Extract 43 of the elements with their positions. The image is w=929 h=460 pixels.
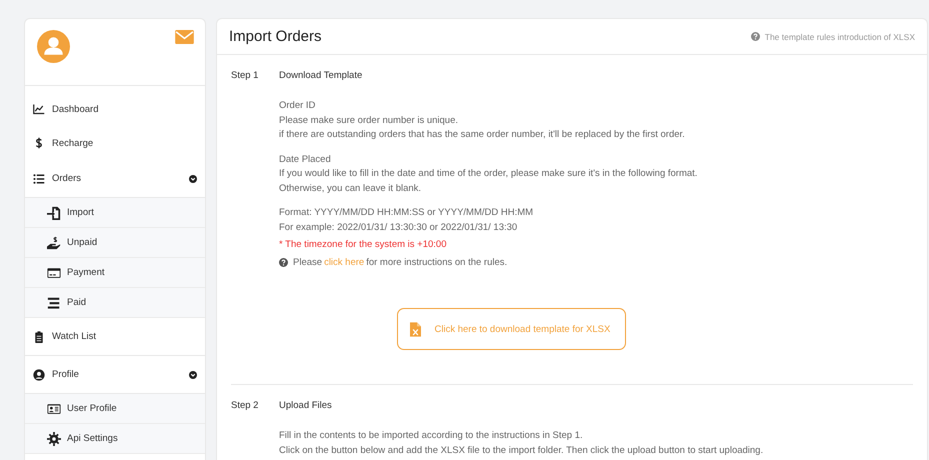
chart-icon bbox=[33, 103, 45, 115]
instruction-text: Otherwise, you can leave it blank. bbox=[279, 182, 422, 196]
help-icon bbox=[279, 258, 288, 267]
instruction-text: Date Placed bbox=[279, 152, 332, 166]
instruction-text: Order ID bbox=[279, 99, 316, 113]
list-icon bbox=[33, 172, 45, 184]
nav-subitem[interactable]: Unpaid bbox=[25, 228, 205, 258]
nav-subitem[interactable]: Api Settings bbox=[25, 424, 205, 454]
instruction-text: if there are outstanding orders that has the same order number, it'll be replaced by the first order. bbox=[279, 128, 686, 142]
nav-subitem[interactable]: User Profile bbox=[25, 394, 205, 424]
chevron-icon[interactable] bbox=[189, 370, 197, 378]
nav-item[interactable]: Recharge bbox=[25, 126, 205, 160]
dollar-icon bbox=[33, 137, 45, 149]
step-number: Step 1 bbox=[231, 70, 260, 81]
clipboard-icon bbox=[33, 330, 45, 342]
instruction-text: Please make sure order number is unique. bbox=[279, 114, 460, 128]
xlsx-file-icon bbox=[410, 322, 420, 336]
help-icon bbox=[750, 32, 760, 41]
help-text: Please click here for more instructions on the rules. bbox=[293, 257, 508, 268]
nav-item[interactable]: Dashboard bbox=[25, 92, 205, 126]
chevron-icon[interactable] bbox=[189, 174, 197, 182]
hand-coin-icon bbox=[47, 236, 61, 250]
step-title: Download Template bbox=[279, 70, 362, 81]
step-number: Step 2 bbox=[231, 400, 260, 411]
nav-subitem[interactable]: Paid bbox=[25, 288, 205, 318]
instruction-text: Fill in the contents to be imported according to the instructions in Step 1. bbox=[279, 429, 584, 443]
instruction-text: For example: 2022/01/31/ 13:30:30 or 2022/01/31/ 13:30 bbox=[279, 220, 518, 234]
nav-item[interactable]: Watch List bbox=[25, 318, 205, 356]
timezone-warning: * The timezone for the system is +10:00 bbox=[279, 238, 448, 252]
instruction-text: Format: YYYY/MM/DD HH:MM:SS or YYYY/MM/DD HH:MM bbox=[279, 206, 534, 220]
card-icon bbox=[47, 266, 61, 280]
step-title: Upload Files bbox=[279, 400, 332, 411]
nav-subitem[interactable]: Import bbox=[25, 198, 205, 228]
page-title: Import Orders bbox=[229, 28, 322, 45]
instruction-text: If you would like to fill in the date and time of the order, please make sure it's in the following format. bbox=[279, 167, 698, 181]
nav-subitem[interactable]: Payment bbox=[25, 258, 205, 288]
id-card-icon bbox=[47, 402, 61, 416]
gear-icon bbox=[47, 432, 61, 446]
bars-icon bbox=[47, 296, 61, 310]
user-icon bbox=[33, 368, 45, 380]
avatar-icon bbox=[37, 30, 70, 63]
instruction-text: Click on the button below and add the XLSX file to the import folder. Then click the upload button to start uploading. bbox=[279, 444, 764, 458]
import-icon bbox=[47, 206, 61, 220]
